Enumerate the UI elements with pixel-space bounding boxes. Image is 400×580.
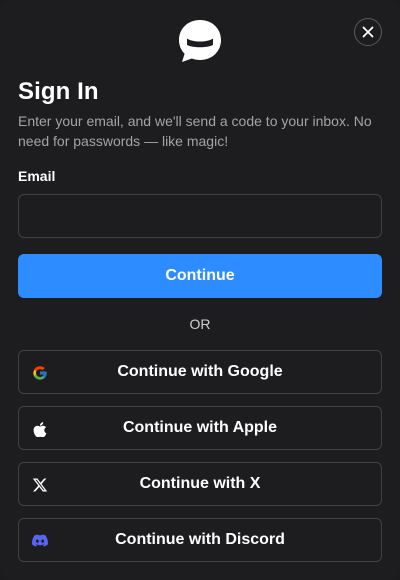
social-button-label: Continue with Google <box>117 363 283 380</box>
email-label: Email <box>18 168 56 184</box>
continue-with-discord-button[interactable]: Continue with Discord <box>18 518 382 562</box>
subtitle-text: Enter your email, and we'll send a code … <box>18 113 372 149</box>
continue-with-apple-button[interactable]: Continue with Apple <box>18 406 382 450</box>
social-button-label: Continue with Discord <box>115 531 285 548</box>
continue-button[interactable]: Continue <box>18 254 382 298</box>
x-icon <box>31 476 48 493</box>
social-button-label: Continue with X <box>139 475 261 492</box>
close-icon <box>362 26 374 38</box>
or-separator: OR <box>189 316 211 332</box>
email-field[interactable] <box>18 194 382 238</box>
close-button[interactable] <box>354 18 382 46</box>
social-button-label: Continue with Apple <box>122 419 278 436</box>
continue-with-x-button[interactable]: Continue with X <box>18 462 382 506</box>
page-title: Sign In <box>18 78 99 105</box>
chat-bubble-logo-icon <box>178 19 222 63</box>
sign-in-dialog: Sign In Enter your email, and we'll send… <box>0 0 400 580</box>
apple-icon <box>31 420 48 437</box>
continue-with-google-button[interactable]: Continue with Google <box>18 350 382 394</box>
google-icon <box>31 364 48 381</box>
discord-icon <box>31 532 48 549</box>
